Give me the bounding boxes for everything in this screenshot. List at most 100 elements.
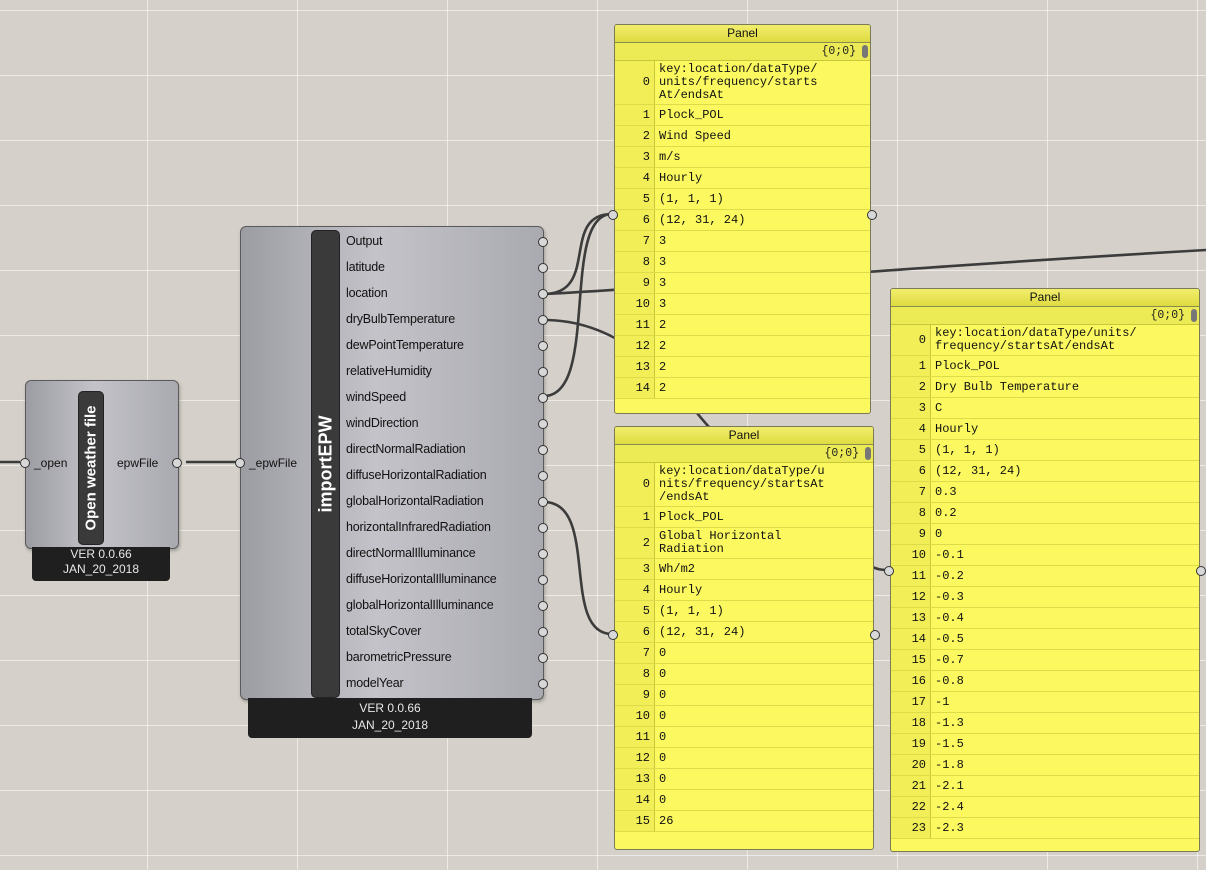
output-grip[interactable] [538, 393, 548, 403]
output-param[interactable]: modelYear [346, 672, 548, 694]
epwfile-input-label: _epwFile [249, 456, 298, 470]
output-param[interactable]: barometricPressure [346, 646, 548, 668]
panel-row: 0 key:location/dataType/ units/frequency/… [615, 61, 870, 105]
output-grip[interactable] [538, 627, 548, 637]
output-grip[interactable] [538, 263, 548, 273]
open-weather-file-title: Open weather file [78, 391, 104, 545]
panel-wind-input-grip[interactable] [608, 210, 618, 220]
panel-global-horizontal-radiation[interactable]: Panel {0;0} 0 key:location/dataType/u nit… [614, 426, 874, 850]
panel-path: {0;0} [891, 307, 1199, 325]
output-param[interactable]: relativeHumidity [346, 360, 548, 382]
panel-row: 93 [615, 273, 870, 294]
panel-row-value: -1.5 [935, 736, 964, 751]
output-param-label: totalSkyCover [346, 624, 422, 638]
output-param[interactable]: dewPointTemperature [346, 334, 548, 356]
panel-row-index: 14 [615, 790, 655, 810]
panel-wind-output-grip[interactable] [867, 210, 877, 220]
output-param[interactable]: directNormalIlluminance [346, 542, 548, 564]
output-grip[interactable] [538, 679, 548, 689]
panel-drybulb-output-grip[interactable] [1196, 566, 1206, 576]
panel-row: 11 2 [615, 315, 870, 336]
panel-title: Panel [615, 25, 870, 43]
panel-row-index: 3 [615, 559, 655, 579]
panel-row-value: Hourly [659, 582, 703, 597]
panel-global-input-grip[interactable] [608, 630, 618, 640]
panel-row-index: 2 [891, 377, 931, 397]
output-param-label: windDirection [346, 416, 419, 430]
open-input-grip[interactable] [20, 458, 30, 468]
panel-row-index: 3 [615, 147, 655, 167]
panel-row: 12 2 [615, 336, 870, 357]
output-grip[interactable] [538, 523, 548, 533]
output-param[interactable]: globalHorizontalRadiation [346, 490, 548, 512]
panel-row-index: 17 [891, 692, 931, 712]
output-grip[interactable] [538, 289, 548, 299]
panel-row-index: 1 [615, 105, 655, 125]
panel-row-value: -0.3 [935, 589, 964, 604]
output-grip[interactable] [538, 315, 548, 325]
panel-global-output-grip[interactable] [870, 630, 880, 640]
panel-row: 21 -2.1 [891, 776, 1199, 797]
panel-scrollbar[interactable] [1191, 309, 1197, 322]
panel-row: 14 2 [615, 378, 870, 399]
output-param[interactable]: dryBulbTemperature [346, 308, 548, 330]
output-grip[interactable] [538, 237, 548, 247]
output-grip[interactable] [538, 419, 548, 429]
panel-row: 8 0.2 [891, 503, 1199, 524]
panel-row: 11 -0.2 [891, 566, 1199, 587]
output-grip[interactable] [538, 549, 548, 559]
panel-row-index: 11 [891, 566, 931, 586]
output-grip[interactable] [538, 601, 548, 611]
epwfile-input-grip[interactable] [235, 458, 245, 468]
panel-path: {0;0} [615, 43, 870, 61]
panel-row-index: 8 [891, 503, 931, 523]
output-param[interactable]: globalHorizontalIlluminance [346, 594, 548, 616]
output-grip[interactable] [538, 497, 548, 507]
panel-row: 73 [615, 231, 870, 252]
panel-row: 90 [615, 685, 873, 706]
output-param-label: globalHorizontalRadiation [346, 494, 484, 508]
panel-row-index: 3 [891, 398, 931, 418]
epwfile-output-grip[interactable] [172, 458, 182, 468]
output-param[interactable]: Output [346, 230, 548, 252]
output-param-label: horizontalInfraredRadiation [346, 520, 491, 534]
output-grip[interactable] [538, 653, 548, 663]
output-param[interactable]: windDirection [346, 412, 548, 434]
output-param-label: location [346, 286, 388, 300]
output-param[interactable]: diffuseHorizontalIlluminance [346, 568, 548, 590]
output-param[interactable]: location [346, 282, 548, 304]
output-grip[interactable] [538, 471, 548, 481]
panel-row-value: 0.3 [935, 484, 957, 499]
output-param[interactable]: windSpeed [346, 386, 548, 408]
panel-drybulb-input-grip[interactable] [884, 566, 894, 576]
output-param[interactable]: latitude [346, 256, 548, 278]
panel-row-value: 26 [659, 813, 674, 828]
output-param[interactable]: horizontalInfraredRadiation [346, 516, 548, 538]
output-param[interactable]: directNormalRadiation [346, 438, 548, 460]
panel-scrollbar[interactable] [862, 45, 868, 58]
panel-row-index: 18 [891, 713, 931, 733]
panel-row-index: 9 [891, 524, 931, 544]
open-weather-file-component[interactable]: _open Open weather file epwFile [20, 380, 182, 549]
panel-row-value: -0.4 [935, 610, 964, 625]
panel-row-index: 7 [615, 643, 655, 663]
panel-row: 5 (1, 1, 1) [615, 189, 870, 210]
output-grip[interactable] [538, 367, 548, 377]
output-grip[interactable] [538, 575, 548, 585]
output-grip[interactable] [538, 445, 548, 455]
panel-row-value: -1.8 [935, 757, 964, 772]
panel-row-value: 2 [659, 338, 667, 353]
output-param[interactable]: totalSkyCover [346, 620, 548, 642]
panel-row: 16 -0.8 [891, 671, 1199, 692]
panel-row-index: 4 [615, 580, 655, 600]
panel-scrollbar[interactable] [865, 447, 871, 460]
panel-row-value: 2 [659, 317, 667, 332]
panel-wind-speed[interactable]: Panel {0;0} 0 key:location/dataType/ unit… [614, 24, 871, 414]
panel-row-index: 5 [891, 440, 931, 460]
panel-row-index: 15 [615, 811, 655, 831]
panel-row-value: Hourly [659, 170, 703, 185]
panel-row: 5 (1, 1, 1) [615, 601, 873, 622]
output-param[interactable]: diffuseHorizontalRadiation [346, 464, 548, 486]
panel-dry-bulb-temperature[interactable]: Panel {0;0} 0 key:location/dataType/units… [890, 288, 1200, 852]
output-grip[interactable] [538, 341, 548, 351]
